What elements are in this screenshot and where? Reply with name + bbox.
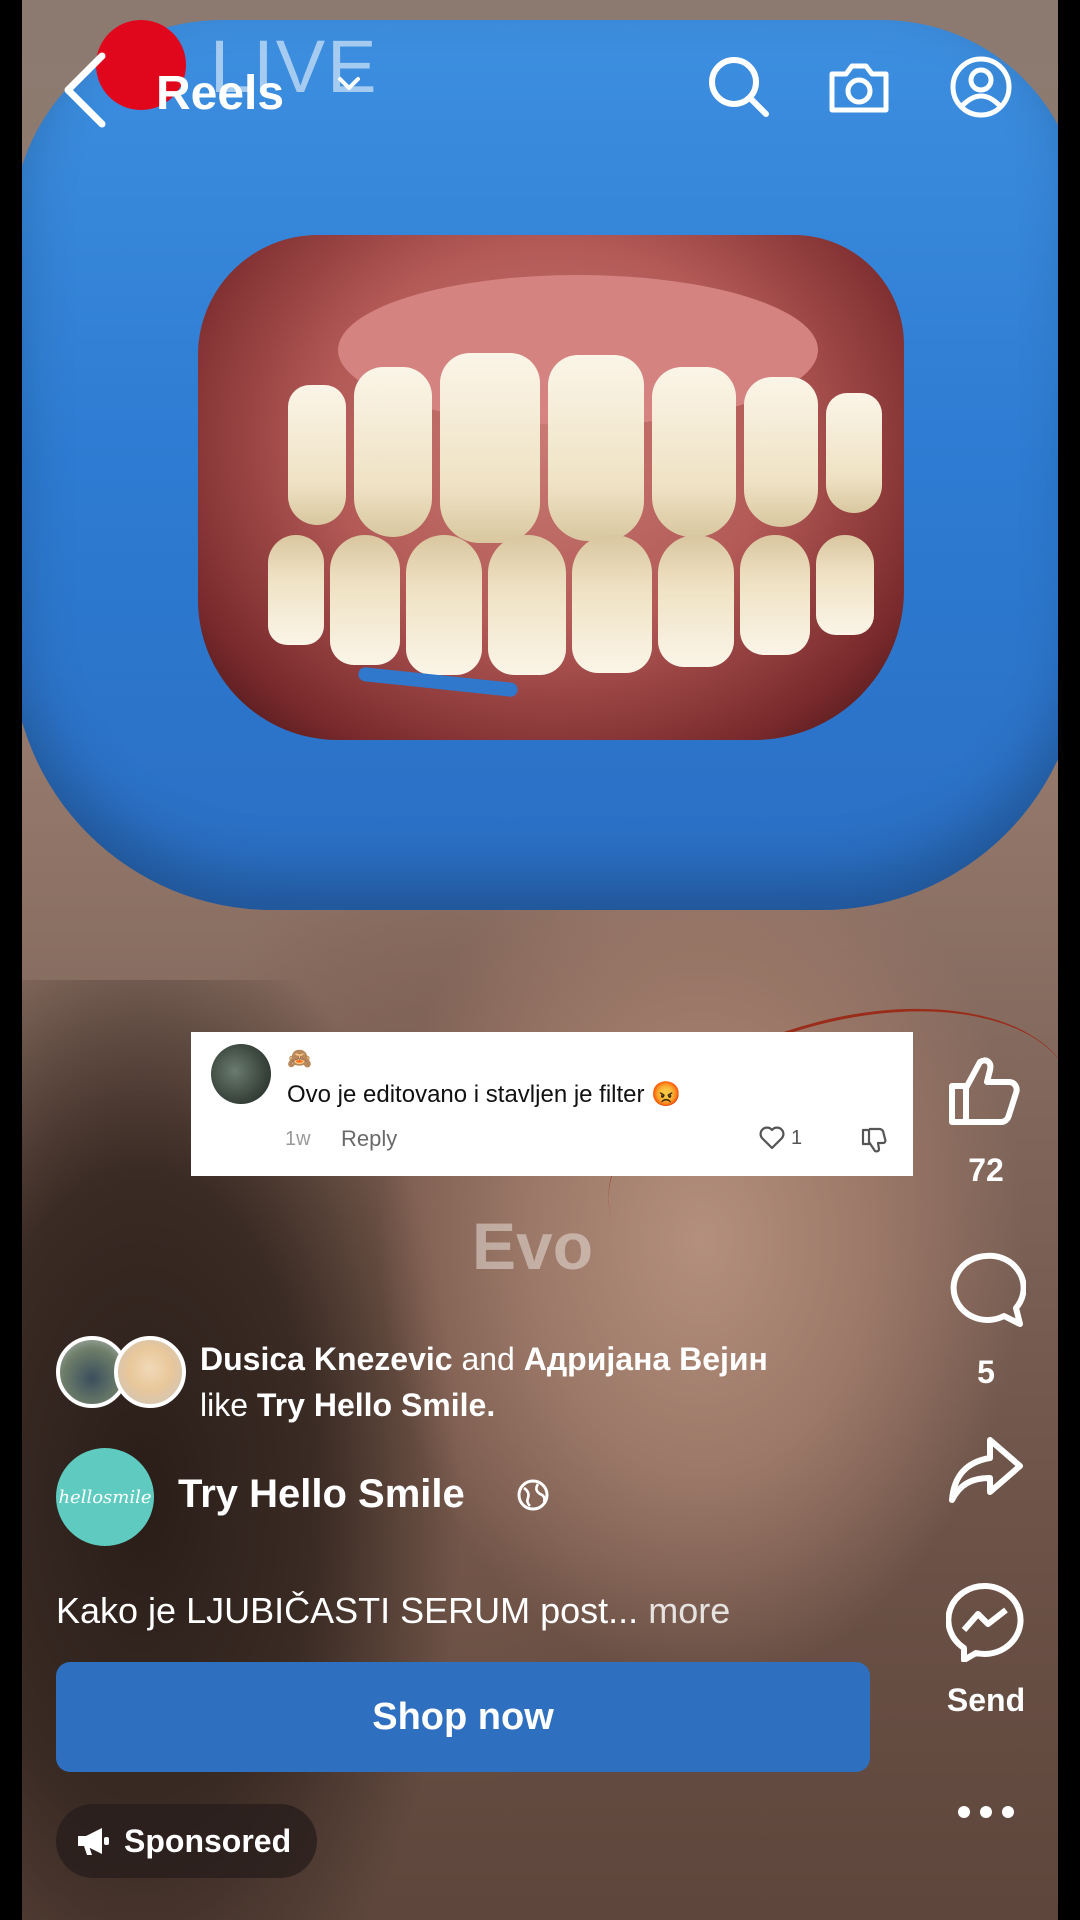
thumbs-up-icon[interactable] xyxy=(946,1050,1026,1130)
sponsored-badge[interactable]: Sponsored xyxy=(56,1804,318,1878)
liked-by-text[interactable]: Dusica Knezevic and Адријана Вејин like … xyxy=(200,1336,820,1428)
camera-icon[interactable] xyxy=(826,54,892,120)
brand-avatar[interactable]: hellosmile xyxy=(56,1448,154,1546)
comment-reply-button[interactable]: Reply xyxy=(341,1126,397,1152)
sponsored-label: Sponsored xyxy=(124,1822,292,1859)
liked-page-name[interactable]: Try Hello Smile. xyxy=(257,1387,495,1423)
share-icon[interactable] xyxy=(946,1432,1026,1512)
comment-count: 5 xyxy=(977,1354,995,1390)
commenter-name: 🙈 xyxy=(287,1048,312,1070)
dislike-icon[interactable] xyxy=(859,1126,887,1154)
liker-name[interactable]: Dusica Knezevic xyxy=(200,1341,453,1377)
comment-like-count: 1 xyxy=(791,1126,803,1149)
chevron-down-icon[interactable] xyxy=(336,70,362,96)
comment-card[interactable]: 🙈 Ovo je editovano i stavljen je filter … xyxy=(191,1032,913,1176)
globe-icon xyxy=(517,1479,549,1511)
heart-icon xyxy=(759,1126,785,1150)
shop-now-button[interactable]: Shop now xyxy=(56,1662,870,1772)
megaphone-icon xyxy=(78,1828,109,1855)
liker-name[interactable]: Адријана Вејин xyxy=(524,1341,768,1377)
comment-text: Ovo je editovano i stavljen je filter 😡 xyxy=(287,1081,682,1108)
search-icon[interactable] xyxy=(706,54,772,120)
video-lower-teeth xyxy=(268,535,874,675)
video-overlay-text: Evo xyxy=(472,1209,594,1283)
comment-icon[interactable] xyxy=(946,1250,1026,1330)
back-icon[interactable] xyxy=(58,50,118,130)
messenger-icon[interactable] xyxy=(946,1582,1026,1662)
video-mouth xyxy=(198,235,904,740)
brand-logo-text: hellosmile xyxy=(58,1486,152,1508)
reel-video[interactable] xyxy=(22,0,1058,1920)
like-count: 72 xyxy=(968,1152,1004,1188)
comment-like-button[interactable]: 1 xyxy=(759,1126,802,1150)
liker-avatar xyxy=(114,1336,186,1408)
profile-icon[interactable] xyxy=(948,54,1014,120)
video-cheek-retractor xyxy=(22,20,1058,910)
video-upper-teeth xyxy=(288,345,882,543)
caption-more-link[interactable]: more xyxy=(648,1590,730,1631)
reels-screen: Evo LIVE Reels 🙈 Ovo je editovano i stav… xyxy=(0,0,1080,1920)
page-title[interactable]: Reels xyxy=(156,66,284,121)
liker-and: and xyxy=(461,1341,515,1377)
more-icon[interactable] xyxy=(954,1792,1018,1832)
caption-text: Kako je LJUBIČASTI SERUM post... xyxy=(56,1590,639,1631)
post-caption[interactable]: Kako je LJUBIČASTI SERUM post... more xyxy=(56,1590,730,1632)
brand-name[interactable]: Try Hello Smile xyxy=(178,1472,465,1517)
liker-like: like xyxy=(200,1387,249,1423)
send-label[interactable]: Send xyxy=(936,1682,1036,1719)
comment-time: 1w xyxy=(285,1128,311,1150)
commenter-avatar xyxy=(211,1044,271,1104)
